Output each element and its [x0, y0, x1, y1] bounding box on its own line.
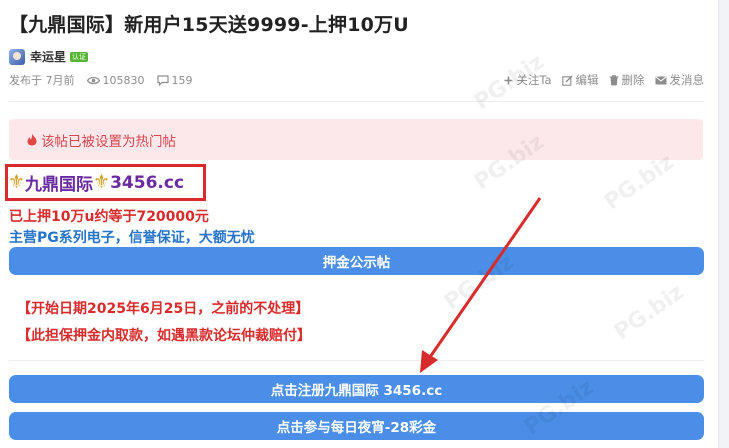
brand-highlight: ⚜ 九鼎国际 ⚜ 3456.cc [5, 164, 206, 201]
message-button[interactable]: 发消息 [654, 72, 705, 88]
comment-count: 159 [156, 73, 193, 87]
hot-notice-text: 该帖已被设置为热门帖 [41, 133, 176, 150]
fleur-de-lis-icon: ⚜ [93, 171, 111, 193]
post-meta: 发布于 7月前 105830 159 [9, 72, 205, 88]
published-time: 发布于 7月前 [9, 72, 75, 88]
author-row: 幸运星 认证 [9, 48, 89, 65]
follow-button[interactable]: 关注Ta [504, 72, 552, 88]
view-count: 105830 [86, 73, 145, 87]
follow-label: 关注Ta [516, 73, 552, 87]
hot-post-notice: 该帖已被设置为热门帖 [9, 119, 703, 160]
brand-domain[interactable]: 3456.cc [110, 173, 184, 193]
main-business-line: 主营PG系列电子，信誉保证，大额无忧 [9, 230, 255, 246]
edit-button[interactable]: 编辑 [561, 72, 599, 88]
guarantee-notice: 【此担保押金内取款，如遇黑款论坛仲裁赔付】 [17, 328, 311, 344]
author-name[interactable]: 幸运星 [30, 48, 66, 65]
fire-icon [27, 133, 37, 146]
divider [9, 360, 704, 361]
delete-label: 删除 [621, 73, 645, 87]
page-background [719, 0, 729, 448]
start-date-notice: 【开始日期2025年6月25日，之前的不处理】 [17, 301, 310, 317]
register-button[interactable]: 点击注册九鼎国际 3456.cc [9, 375, 704, 403]
watermark: PG.biz [609, 279, 689, 346]
comments-text: 159 [171, 73, 193, 87]
post-card: 【九鼎国际】新用户15天送9999-上押10万U 幸运星 认证 发布于 7月前 … [0, 0, 719, 448]
envelope-icon [654, 75, 667, 84]
brand-name: 九鼎国际 [25, 175, 94, 195]
divider [9, 101, 704, 102]
post-title: 【九鼎国际】新用户15天送9999-上押10万U [9, 14, 409, 36]
delete-button[interactable]: 删除 [609, 72, 645, 88]
trash-icon [609, 74, 618, 85]
plus-icon [504, 76, 513, 84]
deposit-line: 已上押10万u约等于720000元 [9, 209, 209, 225]
fleur-de-lis-icon: ⚜ [8, 171, 26, 193]
post-actions: 关注Ta 编辑 删除 发消息 [494, 72, 704, 88]
join-bonus-button[interactable]: 点击参与每日夜宵-28彩金 [9, 412, 704, 440]
message-label: 发消息 [669, 73, 705, 87]
published-text: 发布于 7月前 [9, 74, 75, 87]
eye-icon [86, 76, 100, 84]
avatar[interactable] [9, 48, 25, 65]
views-text: 105830 [102, 73, 145, 87]
edit-label: 编辑 [575, 73, 599, 87]
deposit-post-button[interactable]: 押金公示帖 [9, 247, 704, 275]
edit-icon [561, 75, 572, 86]
comment-icon [156, 74, 169, 86]
author-badge: 认证 [70, 51, 89, 62]
